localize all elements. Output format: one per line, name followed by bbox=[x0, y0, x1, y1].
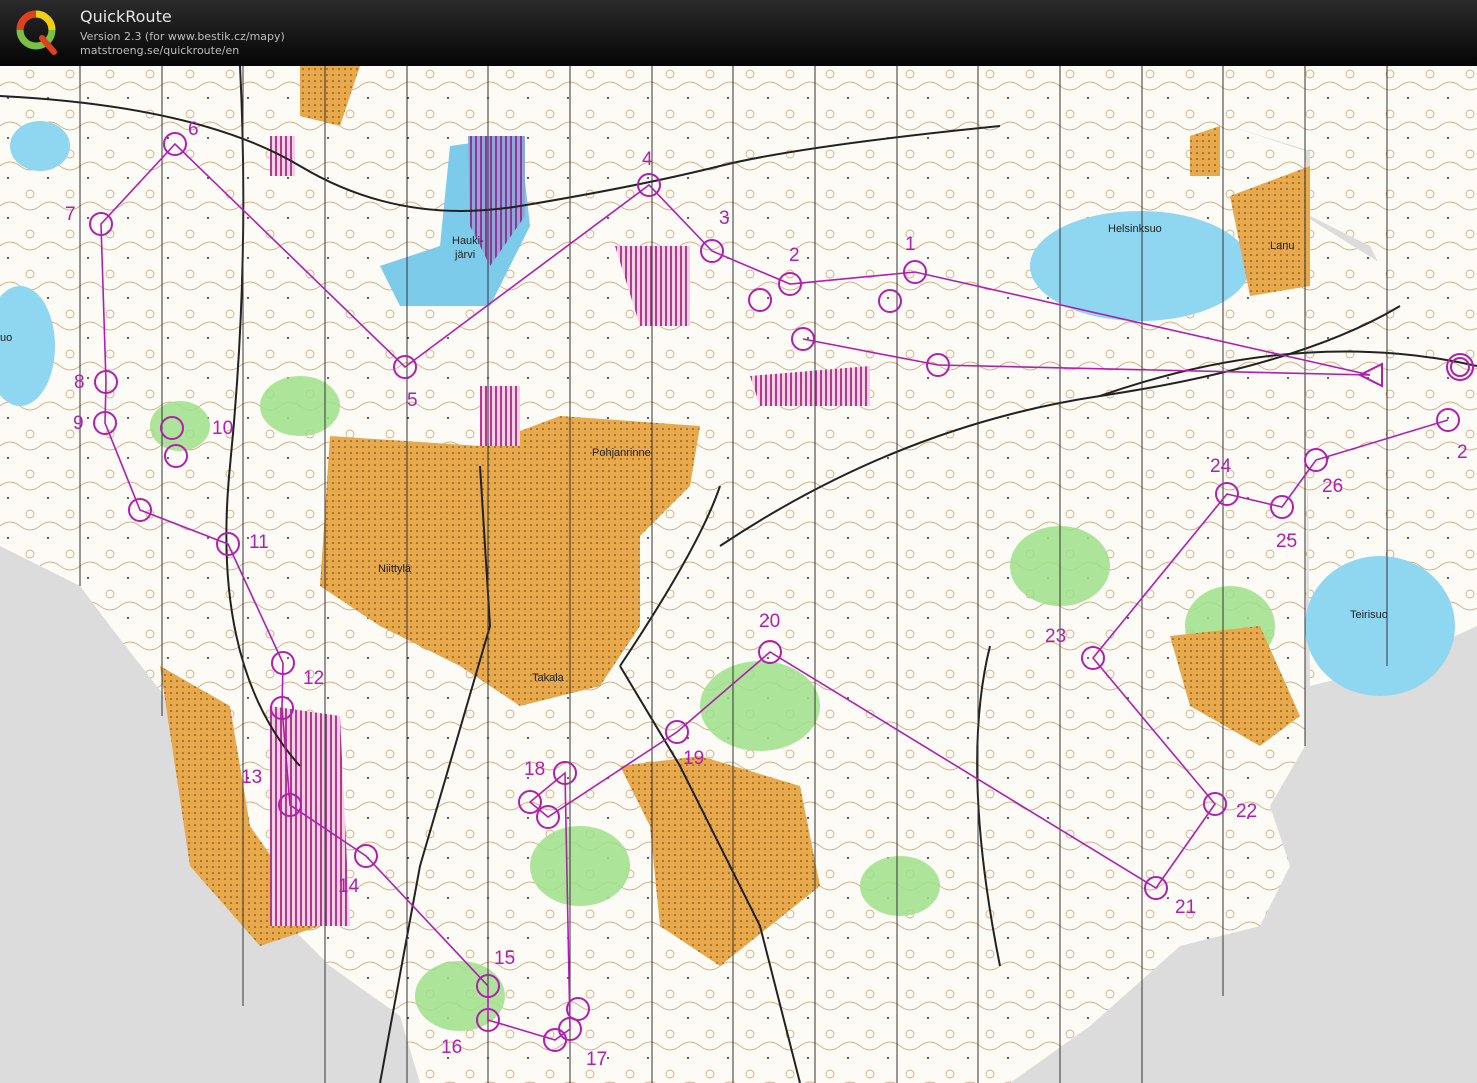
control-16-label: 16 bbox=[441, 1037, 462, 1058]
app-version: Version 2.3 (for www.bestik.cz/mapy) bbox=[80, 30, 285, 43]
control-6-label: 6 bbox=[188, 119, 199, 140]
place-teirisuo: Teirisuo bbox=[1350, 609, 1388, 621]
control-19-label: 19 bbox=[683, 748, 704, 769]
control-26-label: 26 bbox=[1322, 476, 1343, 497]
control-22-label: 22 bbox=[1236, 801, 1257, 822]
place-hauki: Hauki- bbox=[452, 235, 484, 247]
control-9-label: 9 bbox=[73, 413, 84, 434]
control-14-label: 14 bbox=[338, 876, 360, 897]
place-helsinksuo: Helsinksuo bbox=[1108, 223, 1162, 235]
control-21-label: 21 bbox=[1175, 897, 1196, 918]
control-12-label: 12 bbox=[303, 668, 324, 689]
orienteering-map[interactable]: Hauki- järvi Helsinksuo Lanu Pohjanrinne… bbox=[0, 66, 1477, 1083]
control-3-label: 3 bbox=[719, 208, 730, 229]
control-18-label: 18 bbox=[524, 759, 545, 780]
control-8-label: 8 bbox=[74, 372, 85, 393]
control-25-label: 25 bbox=[1276, 531, 1297, 552]
control-1-label: 1 bbox=[905, 234, 916, 255]
place-niittyla: Niittylä bbox=[378, 563, 412, 575]
control-2-label: 2 bbox=[789, 245, 800, 266]
control-23-label: 23 bbox=[1045, 626, 1066, 647]
control-15-label: 15 bbox=[494, 948, 515, 969]
control-13-label: 13 bbox=[241, 767, 262, 788]
app-url: matstroeng.se/quickroute/en bbox=[80, 44, 240, 57]
control-5-label: 5 bbox=[407, 390, 418, 411]
place-jarvi: järvi bbox=[454, 249, 475, 261]
control-11-label: 11 bbox=[249, 532, 269, 553]
title-bar: QuickRoute Version 2.3 (for www.bestik.c… bbox=[0, 0, 1477, 67]
place-pohjanrinne: Pohjanrinne bbox=[592, 447, 651, 459]
quickroute-logo-icon bbox=[16, 10, 57, 55]
control-2b-label: 2 bbox=[1457, 442, 1468, 463]
place-uo: uo bbox=[0, 332, 12, 344]
place-lanu: Lanu bbox=[1270, 240, 1294, 252]
marsh-teirisuo bbox=[1305, 556, 1455, 696]
control-24-label: 24 bbox=[1210, 456, 1232, 477]
control-20-label: 20 bbox=[759, 611, 780, 632]
control-4-label: 4 bbox=[642, 149, 653, 170]
marsh-nw bbox=[10, 121, 70, 171]
control-10-label: 10 bbox=[212, 418, 233, 439]
place-takala: Takala bbox=[532, 672, 565, 684]
control-17-label: 17 bbox=[586, 1049, 607, 1070]
control-7-label: 7 bbox=[65, 204, 76, 225]
app-title: QuickRoute bbox=[80, 7, 172, 26]
